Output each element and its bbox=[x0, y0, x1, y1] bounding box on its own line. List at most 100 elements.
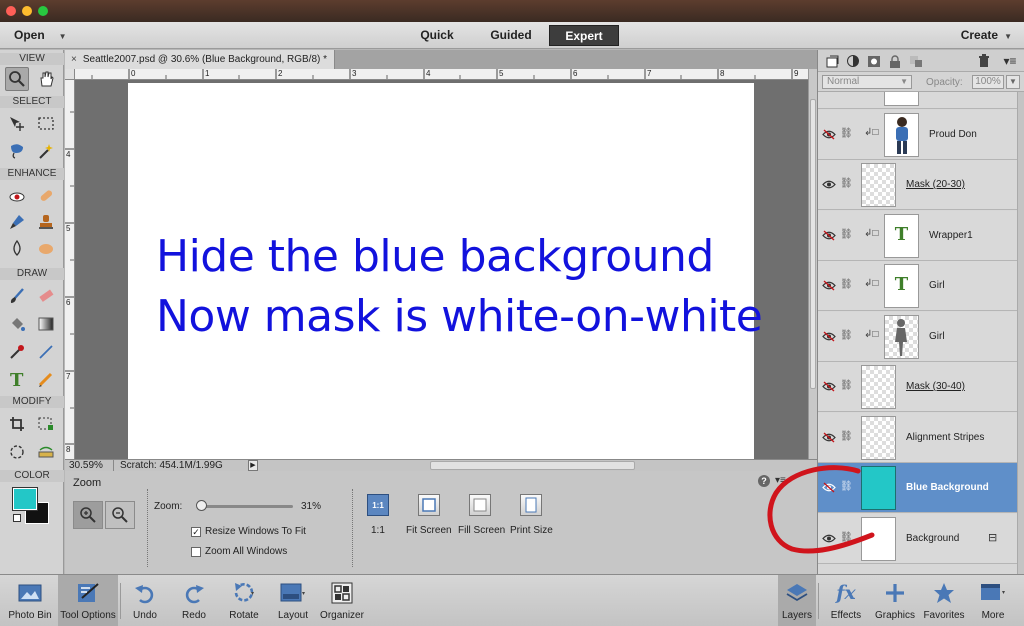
panel-menu-icon[interactable]: ▾≡ bbox=[775, 475, 786, 486]
eye-hidden-icon[interactable] bbox=[822, 128, 836, 140]
layout-button[interactable]: Layout bbox=[272, 575, 314, 626]
eye-icon[interactable] bbox=[822, 533, 836, 544]
add-mask-icon[interactable] bbox=[866, 53, 882, 69]
link-icon[interactable]: ⛓ bbox=[840, 279, 853, 290]
link-icon[interactable]: ⛓ bbox=[840, 380, 853, 391]
link-icon[interactable]: ⛓ bbox=[840, 481, 853, 492]
zoom-window-icon[interactable] bbox=[38, 6, 48, 16]
eye-hidden-icon[interactable] bbox=[822, 381, 836, 392]
eye-hidden-icon[interactable] bbox=[822, 229, 836, 241]
zoom-slider-track[interactable] bbox=[199, 505, 293, 508]
line-tool-icon[interactable] bbox=[34, 340, 58, 364]
open-menu-button[interactable]: Open ▼ bbox=[14, 28, 67, 42]
layer-row[interactable]: ⛓ ↲□ T Girl bbox=[818, 261, 1017, 311]
eraser-tool-icon[interactable] bbox=[34, 284, 58, 308]
new-fill-adjustment-icon[interactable] bbox=[845, 53, 861, 69]
content-aware-move-tool-icon[interactable] bbox=[5, 440, 29, 464]
close-window-icon[interactable] bbox=[6, 6, 16, 16]
panel-menu-icon[interactable]: ▾≡ bbox=[1002, 53, 1018, 69]
more-button[interactable]: More bbox=[972, 575, 1014, 626]
gradient-tool-icon[interactable] bbox=[34, 312, 58, 336]
brush-tool-icon[interactable] bbox=[5, 284, 29, 308]
crop-tool-icon[interactable] bbox=[5, 412, 29, 436]
layer-row[interactable]: ⛓ Blue Background bbox=[818, 463, 1017, 513]
layers-button[interactable]: Layers bbox=[778, 575, 816, 626]
eye-icon[interactable] bbox=[822, 179, 836, 190]
paint-bucket-tool-icon[interactable] bbox=[5, 312, 29, 336]
actual-pixels-button[interactable]: 1:1 bbox=[367, 494, 389, 516]
layer-row[interactable]: ⛓ ↲□ Proud Don bbox=[818, 109, 1017, 160]
layer-row[interactable]: ⛓ ↲□ Girl bbox=[818, 311, 1017, 362]
eyedropper-tool-icon[interactable] bbox=[5, 340, 29, 364]
default-colors-icon[interactable] bbox=[13, 514, 21, 522]
eye-hidden-icon[interactable] bbox=[822, 431, 836, 443]
fit-screen-button[interactable] bbox=[418, 494, 440, 516]
straighten-tool-icon[interactable] bbox=[34, 440, 58, 464]
eye-hidden-icon[interactable] bbox=[822, 280, 836, 291]
undo-button[interactable]: Undo bbox=[124, 575, 166, 626]
lock-transparency-icon[interactable] bbox=[908, 53, 924, 69]
effects-button[interactable]: fx Effects bbox=[824, 575, 868, 626]
delete-layer-icon[interactable] bbox=[976, 53, 992, 69]
document-tab[interactable]: × Seattle2007.psd @ 30.6% (Blue Backgroun… bbox=[65, 50, 335, 69]
magic-wand-tool-icon[interactable] bbox=[34, 139, 58, 163]
opacity-dropdown-icon[interactable]: ▼ bbox=[1006, 75, 1020, 89]
marquee-tool-icon[interactable] bbox=[34, 112, 58, 136]
type-tool-icon[interactable]: T bbox=[5, 367, 29, 391]
layers-scrollbar[interactable] bbox=[1017, 92, 1024, 574]
document-pasteboard[interactable]: Hide the blue background Now mask is whi… bbox=[75, 80, 808, 459]
sponge-tool-icon[interactable] bbox=[34, 236, 58, 260]
organizer-button[interactable]: Organizer bbox=[318, 575, 366, 626]
tab-expert[interactable]: Expert bbox=[549, 25, 619, 46]
layer-row[interactable]: ⛓ Background ⊟ bbox=[818, 513, 1017, 564]
vertical-scroll-thumb[interactable] bbox=[810, 99, 816, 389]
link-icon[interactable]: ⛓ bbox=[840, 330, 853, 341]
link-icon[interactable]: ⛓ bbox=[840, 431, 853, 442]
fill-screen-button[interactable] bbox=[469, 494, 491, 516]
link-icon[interactable]: ⛓ bbox=[840, 532, 853, 543]
resize-windows-checkbox[interactable]: ✓ bbox=[191, 527, 201, 537]
photo-bin-button[interactable]: Photo Bin bbox=[3, 575, 57, 626]
favorites-button[interactable]: Favorites bbox=[921, 575, 967, 626]
minimize-window-icon[interactable] bbox=[22, 6, 32, 16]
layer-row[interactable]: ⛓↲□TDonald bbox=[818, 92, 1017, 109]
new-layer-icon[interactable] bbox=[824, 53, 840, 69]
vertical-scrollbar[interactable] bbox=[808, 69, 817, 459]
layer-row[interactable]: ⛓ ↲□ T Wrapper1 bbox=[818, 210, 1017, 261]
foreground-color-swatch[interactable] bbox=[12, 487, 38, 511]
red-eye-tool-icon[interactable] bbox=[5, 184, 29, 208]
link-icon[interactable]: ⛓ bbox=[840, 128, 853, 139]
eye-hidden-icon[interactable] bbox=[822, 330, 836, 342]
zoom-slider-knob[interactable] bbox=[196, 500, 207, 511]
blend-mode-select[interactable]: Normal ▼ bbox=[822, 75, 912, 89]
tab-quick[interactable]: Quick bbox=[402, 25, 472, 46]
redo-button[interactable]: Redo bbox=[173, 575, 215, 626]
horizontal-scroll-thumb[interactable] bbox=[430, 461, 635, 470]
layer-row[interactable]: ⛓ Mask (20-30) bbox=[818, 160, 1017, 210]
zoom-all-windows-checkbox[interactable] bbox=[191, 547, 201, 557]
layer-row[interactable]: ⛓ Mask (30-40) bbox=[818, 362, 1017, 412]
spot-healing-tool-icon[interactable] bbox=[34, 184, 58, 208]
smart-brush-tool-icon[interactable] bbox=[5, 210, 29, 234]
clone-stamp-tool-icon[interactable] bbox=[34, 210, 58, 234]
recompose-tool-icon[interactable] bbox=[34, 412, 58, 436]
zoom-tool-icon[interactable] bbox=[5, 67, 29, 91]
tab-guided[interactable]: Guided bbox=[476, 25, 546, 46]
rotate-button[interactable]: Rotate bbox=[222, 575, 266, 626]
hand-tool-icon[interactable] bbox=[34, 67, 58, 91]
eye-hidden-icon[interactable] bbox=[822, 482, 836, 493]
pencil-tool-icon[interactable] bbox=[34, 367, 58, 391]
close-tab-icon[interactable]: × bbox=[71, 54, 77, 65]
layer-row[interactable]: ⛓ Alignment Stripes bbox=[818, 412, 1017, 463]
tool-options-button[interactable]: Tool Options bbox=[58, 575, 118, 626]
document-canvas[interactable]: Hide the blue background Now mask is whi… bbox=[128, 83, 763, 459]
link-icon[interactable]: ⛓ bbox=[840, 178, 853, 189]
link-icon[interactable]: ⛓ bbox=[840, 229, 853, 240]
status-menu-arrow-icon[interactable]: ▶ bbox=[248, 460, 258, 471]
move-tool-icon[interactable] bbox=[5, 112, 29, 136]
zoom-out-button[interactable] bbox=[105, 501, 135, 529]
print-size-button[interactable] bbox=[520, 494, 542, 516]
blur-tool-icon[interactable] bbox=[5, 236, 29, 260]
zoom-in-button[interactable] bbox=[73, 501, 103, 529]
graphics-button[interactable]: Graphics bbox=[872, 575, 918, 626]
